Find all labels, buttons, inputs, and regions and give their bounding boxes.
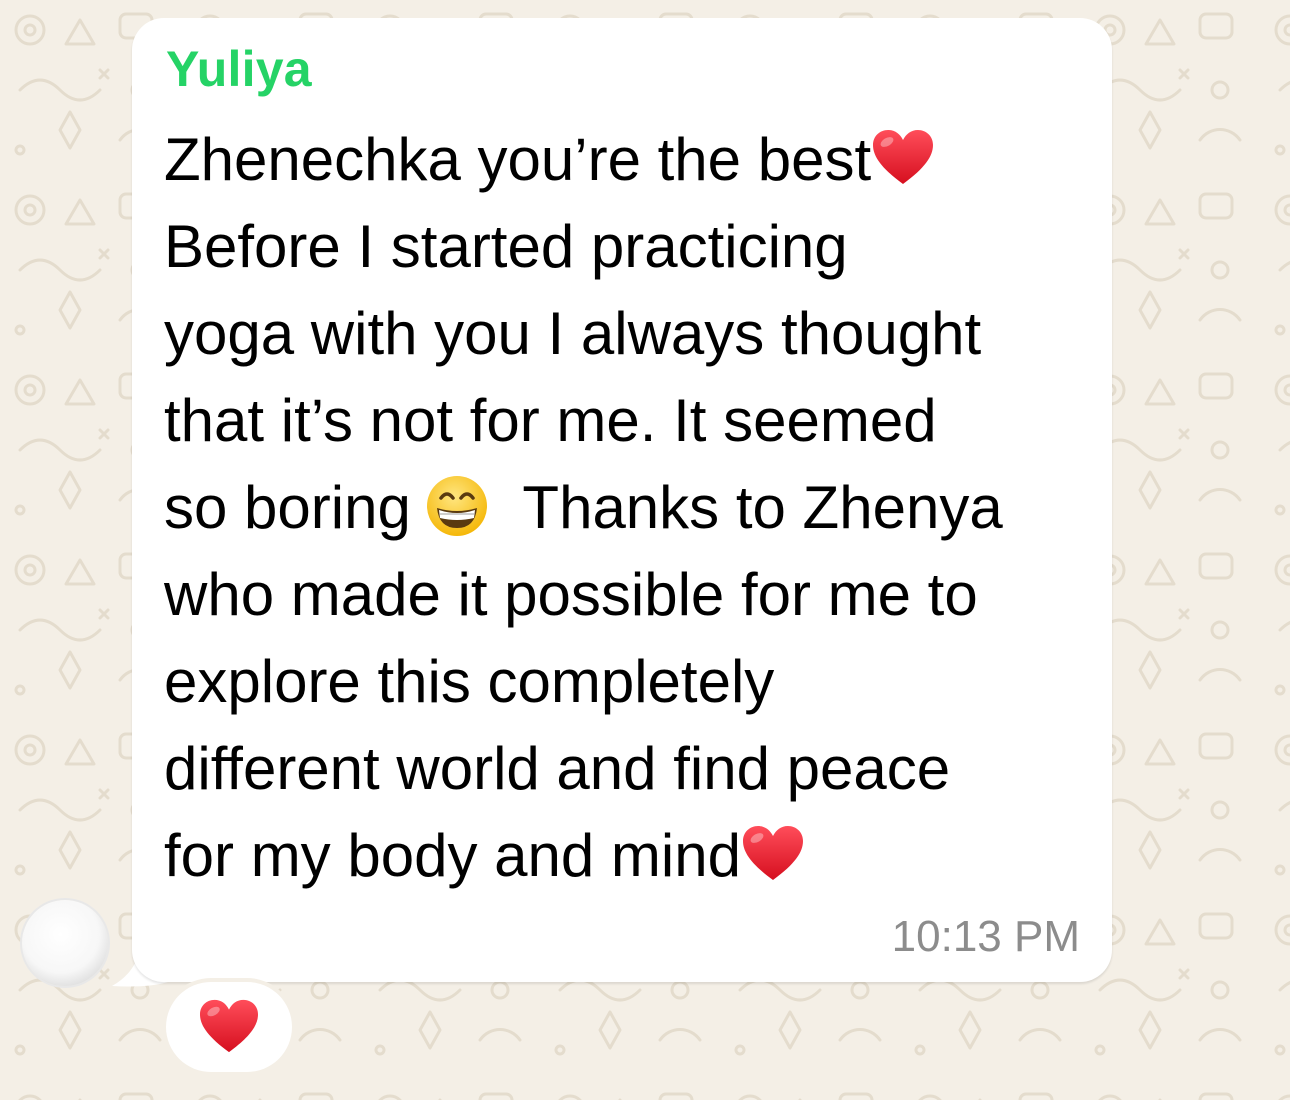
message-line-text: Thanks to Zhenya xyxy=(522,474,1003,541)
reaction-badge[interactable] xyxy=(166,982,292,1072)
sender-name[interactable]: Yuliya xyxy=(166,40,312,98)
message-line-text: Zhenechka you’re the best xyxy=(164,126,872,193)
red-heart-icon xyxy=(200,999,258,1053)
message-line-6: who made it possible for me to xyxy=(164,561,978,628)
message-timestamp: 10:13 PM xyxy=(891,912,1080,961)
message-text: Zhenechka you’re the best Before I start… xyxy=(164,116,1094,899)
red-heart-icon xyxy=(742,826,803,880)
message-line-7: explore this completely xyxy=(164,648,775,715)
message-line-text: so boring xyxy=(164,474,411,541)
message-line-1: Zhenechka you’re the best xyxy=(164,116,1094,203)
grinning-face-icon xyxy=(426,476,487,536)
message-line-8: different world and find peace xyxy=(164,735,951,802)
message-line-4: that it’s not for me. It seemed xyxy=(164,387,937,454)
message-bubble[interactable]: Yuliya Zhenechka you’re the best Before … xyxy=(132,18,1112,982)
sender-avatar[interactable] xyxy=(22,900,108,986)
message-line-2: Before I started practicing xyxy=(164,213,848,280)
message-line-5: so boring Thanks to Zhenya xyxy=(164,464,1094,551)
red-heart-icon xyxy=(873,130,934,184)
message-line-3: yoga with you I always thought xyxy=(164,300,982,367)
message-line-9: for my body and mind xyxy=(164,812,1094,899)
message-line-text: for my body and mind xyxy=(164,822,741,889)
